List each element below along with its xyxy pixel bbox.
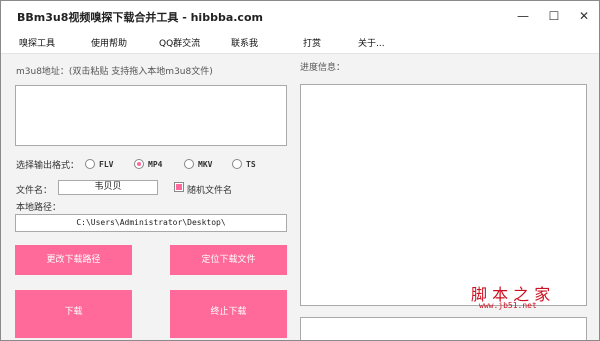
menu-sniff-tool[interactable]: 嗅探工具 [19, 36, 55, 49]
radio-ts-label: TS [246, 159, 256, 169]
random-name-label: 随机文件名 [187, 186, 233, 196]
window-title: BBm3u8视频嗅探下载合并工具 - hibbba.com [17, 11, 263, 24]
menu-contact[interactable]: 联系我 [231, 36, 258, 49]
progress-log-area [300, 84, 587, 306]
radio-flv[interactable]: FLV [85, 158, 113, 170]
radio-ts-circle[interactable] [232, 159, 242, 169]
close-icon[interactable]: ✕ [574, 6, 594, 26]
progress-label: 进度信息： [300, 63, 346, 73]
format-label: 选择输出格式： [16, 161, 80, 171]
filename-label: 文件名： [16, 186, 53, 196]
app-window: BBm3u8视频嗅探下载合并工具 - hibbba.com — ☐ ✕ 嗅探工具… [0, 0, 600, 341]
maximize-icon[interactable]: ☐ [544, 6, 564, 26]
radio-flv-label: FLV [99, 159, 114, 169]
m3u8-input[interactable] [15, 85, 287, 146]
path-input[interactable]: C:\Users\Administrator\Desktop\ [15, 214, 287, 232]
minimize-icon[interactable]: — [513, 6, 533, 26]
menu-qq-group[interactable]: QQ群交流 [159, 36, 200, 49]
status-area [300, 317, 587, 340]
change-path-button[interactable]: 更改下载路径 [15, 245, 132, 275]
m3u8-label: m3u8地址：(双击粘贴 支持拖入本地m3u8文件) [16, 67, 213, 77]
radio-ts[interactable]: TS [232, 158, 256, 170]
stop-download-button[interactable]: 终止下载 [170, 290, 287, 338]
radio-mkv-label: MKV [198, 159, 213, 169]
menu-about[interactable]: 关于... [358, 36, 385, 49]
path-label: 本地路径： [16, 203, 62, 213]
radio-mkv[interactable]: MKV [184, 158, 212, 170]
watermark-url: www.jb51.net [479, 301, 537, 310]
random-name-checkbox[interactable] [174, 182, 184, 192]
radio-mp4-label: MP4 [148, 159, 163, 169]
locate-file-button[interactable]: 定位下载文件 [170, 245, 287, 275]
radio-mkv-circle[interactable] [184, 159, 194, 169]
title-bar: BBm3u8视频嗅探下载合并工具 - hibbba.com — ☐ ✕ [1, 1, 599, 31]
radio-flv-circle[interactable] [85, 159, 95, 169]
menu-donate[interactable]: 打赏 [303, 36, 321, 49]
download-button[interactable]: 下载 [15, 290, 132, 338]
radio-mp4[interactable]: MP4 [134, 158, 162, 170]
menu-bar: 嗅探工具 使用帮助 QQ群交流 联系我 打赏 关于... [1, 31, 599, 54]
filename-input[interactable]: 韦贝贝 [58, 180, 158, 195]
radio-mp4-circle[interactable] [134, 159, 144, 169]
menu-help[interactable]: 使用帮助 [91, 36, 127, 49]
